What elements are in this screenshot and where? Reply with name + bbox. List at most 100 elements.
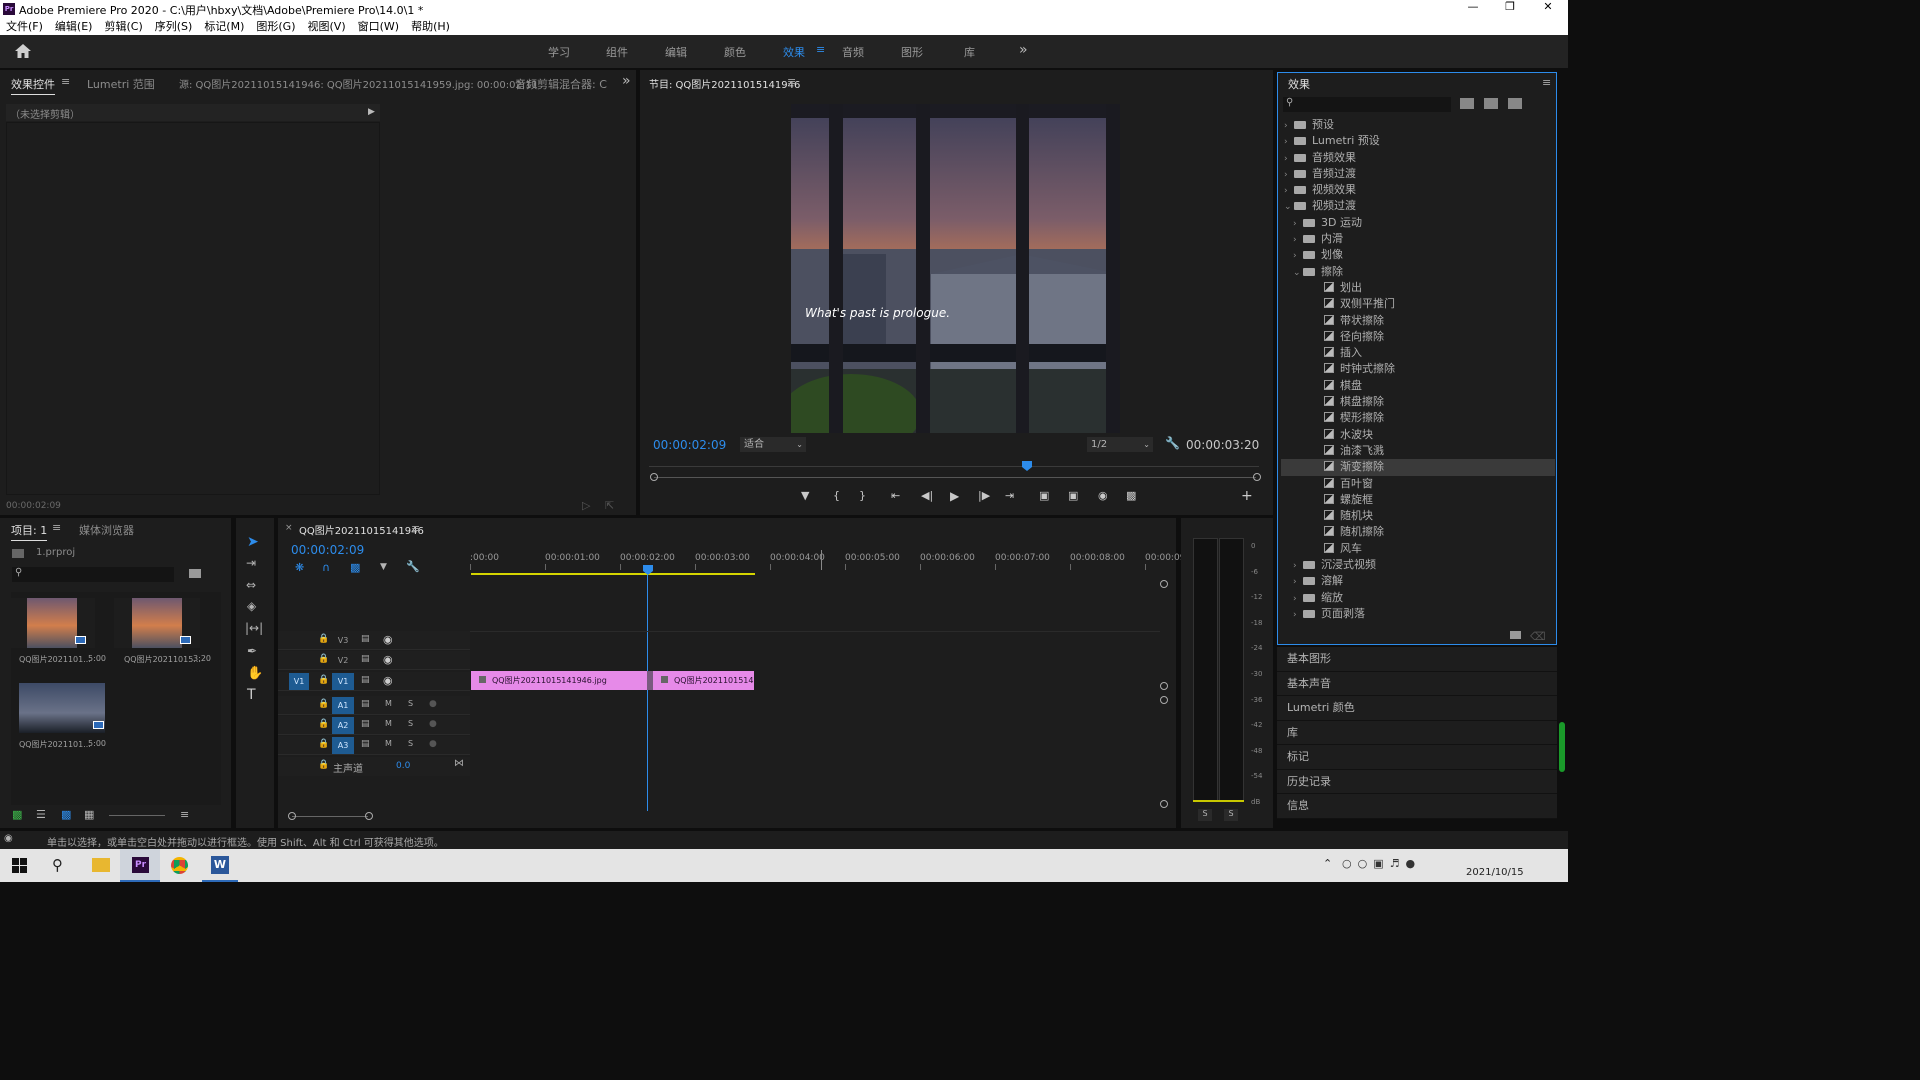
solo-right-button[interactable]: S xyxy=(1224,809,1238,821)
zoom-handle-right[interactable] xyxy=(1253,473,1261,481)
track-target-a3[interactable]: A3 xyxy=(332,737,354,754)
chrome-icon[interactable] xyxy=(171,857,188,874)
extract-icon[interactable]: ▣ xyxy=(1068,489,1078,502)
mute-button[interactable]: M xyxy=(385,719,392,728)
project-search-input[interactable]: ⚲ xyxy=(12,567,174,582)
tray-up-icon[interactable]: ⌃ xyxy=(1323,857,1332,870)
lock-icon[interactable]: 🔒 xyxy=(318,634,329,644)
lock-icon[interactable]: 🔒 xyxy=(318,760,329,770)
chevron-right-icon[interactable]: › xyxy=(1293,232,1303,248)
transition-marker[interactable] xyxy=(647,671,653,690)
export-frame-icon[interactable]: ▷ xyxy=(582,499,590,512)
eye-icon[interactable]: ◉ xyxy=(383,674,393,687)
snap-icon[interactable]: ∩ xyxy=(322,561,330,574)
effects-tree-item[interactable]: 棋盘擦除 xyxy=(1281,394,1555,410)
menu-item[interactable]: 序列(S) xyxy=(155,18,193,35)
effects-tree-item[interactable]: › 缩放 xyxy=(1281,590,1555,606)
track-target-v3[interactable]: V3 xyxy=(332,632,354,649)
side-scrollbar[interactable] xyxy=(1559,722,1565,772)
effects-tree-item[interactable]: 带状擦除 xyxy=(1281,313,1555,329)
workspace-tab[interactable]: 效果 xyxy=(783,44,805,60)
workspace-tab[interactable]: 颜色 xyxy=(724,44,746,60)
eye-icon[interactable]: ◉ xyxy=(383,653,393,666)
chevron-down-icon[interactable]: ⌄ xyxy=(1293,265,1303,281)
solo-button[interactable]: S xyxy=(408,699,413,708)
tab-audio-clip-mixer[interactable]: 音频剪辑混合器: C xyxy=(515,76,607,92)
panel-menu-icon[interactable]: ≡ xyxy=(1542,76,1551,89)
side-panel-header[interactable]: 历史记录 xyxy=(1277,769,1557,794)
panel-menu-icon[interactable]: ≡ xyxy=(52,521,61,534)
step-forward-icon[interactable]: |▶ xyxy=(978,489,990,502)
master-jump-icon[interactable]: ⋈ xyxy=(454,758,464,769)
go-to-out-icon[interactable]: ⇥ xyxy=(1005,489,1014,502)
close-sequence-icon[interactable]: × xyxy=(285,523,293,533)
sync-lock-icon[interactable]: ▤ xyxy=(361,654,370,664)
video-clip[interactable]: QQ图片20211015141 xyxy=(653,671,754,690)
track-target-v1[interactable]: V1 xyxy=(332,673,354,690)
tab-media-browser[interactable]: 媒体浏览器 xyxy=(79,522,134,538)
play-icon[interactable]: ▶ xyxy=(950,489,959,503)
effects-tree-item[interactable]: 水波块 xyxy=(1281,427,1555,443)
hscroll-handle-right[interactable] xyxy=(365,812,373,820)
camera-icon[interactable]: ◉ xyxy=(1098,489,1108,502)
effects-tree-item[interactable]: › 溶解 xyxy=(1281,573,1555,589)
menu-item[interactable]: 标记(M) xyxy=(204,18,244,35)
effects-tree-item[interactable]: 径向擦除 xyxy=(1281,329,1555,345)
program-playhead-timecode[interactable]: 00:00:02:09 xyxy=(653,438,726,452)
effects-tree-item[interactable]: 螺旋框 xyxy=(1281,492,1555,508)
freeform-view-icon[interactable]: ▦ xyxy=(84,808,94,821)
search-icon[interactable]: ⚲ xyxy=(52,856,63,874)
effects-tree-item[interactable]: 插入 xyxy=(1281,345,1555,361)
home-icon[interactable] xyxy=(14,43,32,59)
track-target-a1[interactable]: A1 xyxy=(332,697,354,714)
chevron-right-icon[interactable]: › xyxy=(1293,574,1303,590)
chevron-right-icon[interactable]: › xyxy=(1284,151,1294,167)
side-panel-header[interactable]: Lumetri 颜色 xyxy=(1277,696,1557,721)
chevron-right-icon[interactable]: › xyxy=(1293,558,1303,574)
workspace-tab[interactable]: 音频 xyxy=(842,44,864,60)
menu-item[interactable]: 图形(G) xyxy=(256,18,295,35)
add-marker-icon[interactable]: ▼ xyxy=(801,489,809,502)
type-tool-icon[interactable]: T xyxy=(247,687,256,703)
lift-icon[interactable]: ▣ xyxy=(1039,489,1049,502)
zoom-fit-select[interactable]: 适合 ⌄ xyxy=(740,437,806,452)
slip-tool-icon[interactable]: |↔| xyxy=(245,621,263,635)
clock-date[interactable]: 2021/10/15 xyxy=(1466,867,1524,878)
timeline-vscroll-bottom[interactable] xyxy=(1160,800,1168,808)
lock-icon[interactable]: 🔒 xyxy=(318,675,329,685)
track-target-a2[interactable]: A2 xyxy=(332,717,354,734)
linked-selection-icon[interactable]: ▩ xyxy=(350,561,360,574)
ripple-edit-tool-icon[interactable]: ⇔ xyxy=(246,578,256,592)
minimize-button[interactable]: — xyxy=(1466,0,1480,16)
list-view-icon[interactable]: ☰ xyxy=(36,808,46,821)
lock-icon[interactable]: ▩ xyxy=(12,808,22,821)
sync-lock-icon[interactable]: ▤ xyxy=(361,699,370,709)
effects-tree-item[interactable]: 双侧平推门 xyxy=(1281,296,1555,312)
effects-tree-item[interactable]: 棋盘 xyxy=(1281,378,1555,394)
menu-item[interactable]: 窗口(W) xyxy=(358,18,399,35)
effects-tree-item[interactable]: › 沉浸式视频 xyxy=(1281,557,1555,573)
icon-view-icon[interactable]: ▩ xyxy=(61,808,71,821)
close-button[interactable]: ✕ xyxy=(1541,0,1555,16)
solo-button[interactable]: S xyxy=(408,739,413,748)
hand-tool-icon[interactable]: ✋ xyxy=(247,666,263,681)
chevron-right-icon[interactable]: › xyxy=(1293,216,1303,232)
effects-tree-item[interactable]: › 页面剥落 xyxy=(1281,606,1555,622)
panel-menu-icon[interactable]: ≡ xyxy=(787,75,796,88)
32bit-effects-icon[interactable] xyxy=(1484,98,1498,109)
chevron-right-icon[interactable]: › xyxy=(1284,167,1294,183)
video-clip[interactable]: QQ图片20211015141946.jpg xyxy=(471,671,647,690)
chevron-right-icon[interactable]: › xyxy=(1293,591,1303,607)
go-to-in-icon[interactable]: ⇤ xyxy=(891,489,900,502)
chevron-down-icon[interactable]: ⌄ xyxy=(1284,199,1294,215)
side-panel-header[interactable]: 库 xyxy=(1277,720,1557,745)
effects-tree-item[interactable]: 楔形擦除 xyxy=(1281,410,1555,426)
mark-out-icon[interactable]: } xyxy=(859,489,866,502)
selection-tool-icon[interactable]: ➤ xyxy=(247,534,259,550)
effects-tree-item[interactable]: › 预设 xyxy=(1281,117,1555,133)
workspace-tab[interactable]: 编辑 xyxy=(665,44,687,60)
sync-lock-icon[interactable]: ▤ xyxy=(361,634,370,644)
panel-menu-icon[interactable]: ≡ xyxy=(411,522,420,535)
zoom-handle-left[interactable] xyxy=(650,473,658,481)
panel-menu-icon[interactable]: ≡ xyxy=(61,75,70,88)
